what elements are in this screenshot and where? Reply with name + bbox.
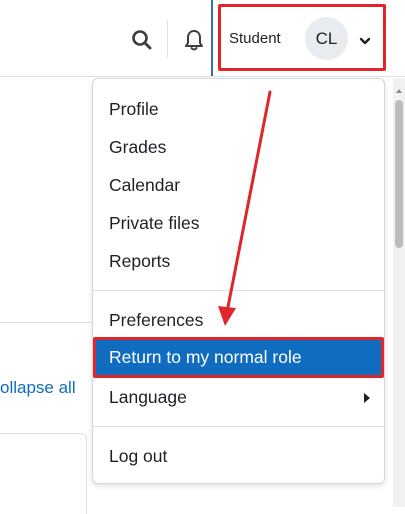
menu-divider [93, 426, 384, 427]
menu-divider [93, 290, 384, 291]
avatar[interactable]: CL [305, 17, 348, 60]
menu-item-language[interactable]: Language [109, 387, 187, 408]
scroll-up-icon[interactable] [395, 82, 403, 93]
user-dropdown-menu: Profile Grades Calendar Private files Re… [92, 78, 385, 484]
navbar-divider [167, 20, 168, 58]
menu-item-reports[interactable]: Reports [109, 251, 170, 272]
chevron-down-icon[interactable] [359, 33, 371, 45]
caret-right-icon [363, 391, 371, 403]
menu-item-preferences[interactable]: Preferences [109, 310, 203, 331]
page-scrollbar[interactable] [393, 78, 405, 507]
return-role-highlight-box [93, 337, 384, 378]
scrollbar-thumb[interactable] [395, 100, 403, 248]
menu-item-private-files[interactable]: Private files [109, 213, 199, 234]
menu-item-grades[interactable]: Grades [109, 137, 166, 158]
role-label: Student [229, 30, 281, 47]
content-divider [0, 322, 92, 323]
notification-bell-icon[interactable] [181, 27, 207, 53]
menu-item-profile[interactable]: Profile [109, 99, 159, 120]
collapse-all-link[interactable]: ollapse all [0, 378, 76, 398]
menu-item-calendar[interactable]: Calendar [109, 175, 180, 196]
top-navbar: Student CL [0, 0, 405, 77]
search-icon[interactable] [129, 27, 155, 53]
course-section-card [0, 433, 87, 514]
menu-item-log-out[interactable]: Log out [109, 446, 167, 467]
